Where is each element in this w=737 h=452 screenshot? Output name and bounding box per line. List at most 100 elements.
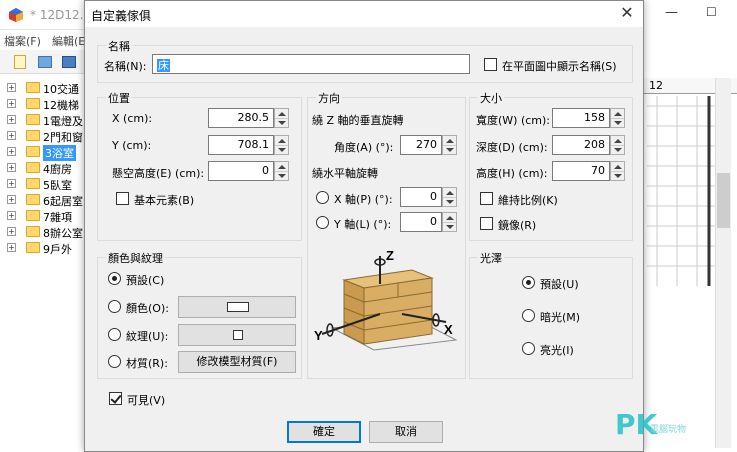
expand-icon[interactable]: +	[7, 227, 16, 236]
height-input[interactable]: 70	[552, 161, 610, 181]
cancel-button[interactable]: 取消	[369, 421, 443, 443]
basic-element-checkbox[interactable]	[116, 192, 129, 205]
tree-item[interactable]: +10交通	[4, 80, 86, 96]
shininess-group: 光澤 預設(U) 暗光(M) 亮光(I)	[469, 250, 633, 379]
color-radio[interactable]	[108, 300, 121, 313]
default-color-label: 預設(C)	[126, 274, 165, 287]
x-axis-input[interactable]: 0	[400, 187, 442, 207]
texture-label: 紋理(U):	[126, 330, 169, 343]
tree-item[interactable]: +4廚房	[4, 160, 86, 176]
save-file-icon[interactable]	[62, 56, 76, 68]
expand-icon[interactable]: +	[7, 99, 16, 108]
spin-up-icon[interactable]	[614, 165, 622, 169]
spin-down-icon[interactable]	[446, 200, 454, 204]
spin-up-icon[interactable]	[278, 112, 286, 116]
default-shininess-radio[interactable]	[522, 276, 535, 289]
angle-input[interactable]: 270	[400, 135, 442, 155]
tree-item[interactable]: +5臥室	[4, 176, 86, 192]
elevation-input[interactable]: 0	[208, 161, 274, 181]
expand-icon[interactable]: +	[7, 179, 16, 188]
spin-up-icon[interactable]	[614, 139, 622, 143]
expand-icon[interactable]: +	[7, 115, 16, 124]
texture-picker-button[interactable]	[178, 324, 296, 346]
close-icon[interactable]: ✕	[613, 3, 641, 25]
expand-icon[interactable]: +	[7, 243, 16, 252]
spin-up-icon[interactable]	[278, 165, 286, 169]
tree-item[interactable]: +9戶外	[4, 240, 86, 256]
keep-proportions-checkbox[interactable]	[480, 192, 493, 205]
x-input[interactable]: 280.5	[208, 108, 274, 128]
texture-radio[interactable]	[108, 328, 121, 341]
expand-icon[interactable]: +	[7, 83, 16, 92]
spin-down-icon[interactable]	[278, 174, 286, 178]
tree-item[interactable]: +8辦公室	[4, 224, 86, 240]
width-spinner[interactable]	[610, 108, 625, 128]
expand-icon[interactable]: +	[7, 147, 16, 156]
modify-material-button[interactable]: 修改模型材質(F)	[178, 351, 296, 373]
y-axis-spinner[interactable]	[442, 212, 457, 232]
spin-up-icon[interactable]	[446, 191, 454, 195]
watermark-subtext: 電腦玩物	[650, 425, 687, 435]
visible-checkbox[interactable]	[109, 392, 122, 405]
tree-item-selected[interactable]: +3浴室	[4, 144, 86, 161]
expand-icon[interactable]: +	[7, 211, 16, 220]
modify-furniture-dialog: 自定義傢俱 ✕ 名稱 名稱(N): 床 在平面圖中顯示名稱(S) 位置 X (c…	[84, 0, 644, 452]
tree-item[interactable]: +12機梯	[4, 96, 86, 112]
mirror-checkbox[interactable]	[480, 217, 493, 230]
y-input[interactable]: 708.1	[208, 135, 274, 155]
color-picker-button[interactable]	[178, 296, 296, 318]
expand-icon[interactable]: +	[7, 131, 16, 140]
tree-item[interactable]: +7雜項	[4, 208, 86, 224]
position-group: 位置 X (cm): 280.5 Y (cm): 708.1 懸空高度(E) (…	[97, 90, 302, 241]
elevation-spinner[interactable]	[274, 161, 289, 181]
new-file-icon[interactable]	[14, 55, 26, 69]
spin-down-icon[interactable]	[614, 121, 622, 125]
spin-down-icon[interactable]	[614, 148, 622, 152]
spin-down-icon[interactable]	[446, 148, 454, 152]
tree-item[interactable]: +6起居室	[4, 192, 86, 208]
maximize-icon[interactable]: ☐	[706, 5, 717, 19]
height-spinner[interactable]	[610, 161, 625, 181]
open-file-icon[interactable]	[38, 56, 52, 68]
background-menubar: 檔案(F) 編輯(E)	[0, 30, 90, 50]
y-axis-input[interactable]: 0	[400, 212, 442, 232]
material-label: 材質(R):	[126, 357, 168, 370]
shininess-group-title: 光澤	[478, 250, 504, 266]
default-color-radio[interactable]	[108, 272, 121, 285]
y-axis-radio[interactable]	[316, 216, 329, 229]
spin-up-icon[interactable]	[446, 216, 454, 220]
show-name-checkbox[interactable]	[484, 58, 497, 71]
spin-down-icon[interactable]	[278, 121, 286, 125]
width-input[interactable]: 158	[552, 108, 610, 128]
tree-item[interactable]: +2門和窗	[4, 128, 86, 144]
width-label: 寬度(W) (cm):	[476, 114, 551, 127]
menu-file[interactable]: 檔案(F)	[4, 33, 41, 49]
expand-icon[interactable]: +	[7, 163, 16, 172]
depth-input[interactable]: 208	[552, 135, 610, 155]
tree-item[interactable]: +1電燈及	[4, 112, 86, 128]
vertical-scrollbar[interactable]	[715, 78, 731, 448]
material-radio[interactable]	[108, 355, 121, 368]
shiny-radio[interactable]	[522, 342, 535, 355]
folder-icon	[26, 146, 40, 157]
name-group-title: 名稱	[106, 38, 132, 54]
expand-icon[interactable]: +	[7, 195, 16, 204]
spin-down-icon[interactable]	[446, 225, 454, 229]
y-spinner[interactable]	[274, 135, 289, 155]
x-axis-spinner[interactable]	[442, 187, 457, 207]
spin-down-icon[interactable]	[278, 148, 286, 152]
spin-down-icon[interactable]	[614, 174, 622, 178]
x-axis-radio[interactable]	[316, 191, 329, 204]
spin-up-icon[interactable]	[614, 112, 622, 116]
scrollbar-thumb[interactable]	[717, 173, 730, 228]
matte-radio[interactable]	[522, 309, 535, 322]
name-input[interactable]: 床	[152, 54, 470, 74]
depth-spinner[interactable]	[610, 135, 625, 155]
ok-button[interactable]: 確定	[287, 421, 361, 443]
spin-up-icon[interactable]	[446, 139, 454, 143]
x-spinner[interactable]	[274, 108, 289, 128]
shiny-label: 亮光(I)	[540, 344, 574, 357]
angle-spinner[interactable]	[442, 135, 457, 155]
minimize-icon[interactable]: —	[665, 5, 678, 20]
spin-up-icon[interactable]	[278, 139, 286, 143]
